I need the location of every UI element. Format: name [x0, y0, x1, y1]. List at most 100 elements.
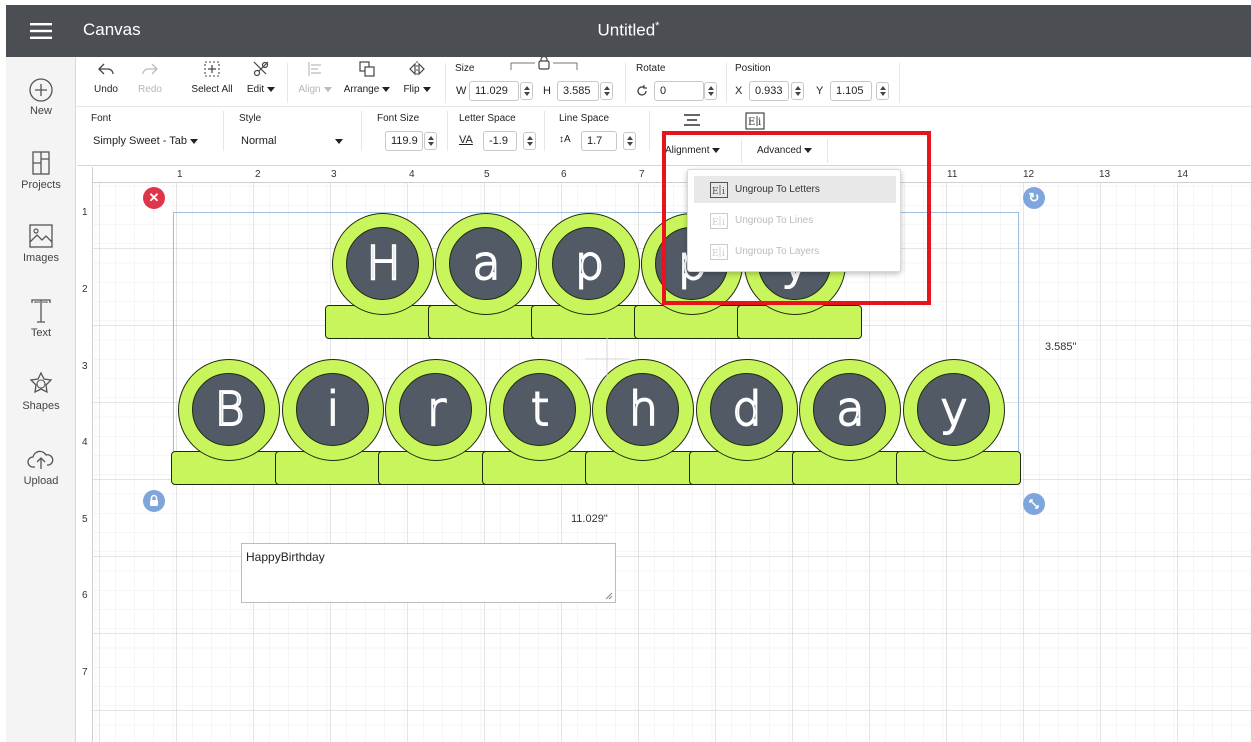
letter-tab[interactable]: r — [385, 359, 487, 461]
font-size-input[interactable]: 119.9 — [385, 131, 423, 151]
letter-tab[interactable]: i — [281, 359, 384, 461]
flip-label: Flip — [403, 84, 420, 95]
y-position-stepper[interactable] — [876, 82, 889, 100]
svg-text:E: E — [748, 117, 755, 128]
lock-icon[interactable] — [509, 57, 579, 71]
style-select[interactable]: Normal — [239, 132, 345, 152]
left-sidebar: New Projects Images Text Shapes Upload — [6, 57, 76, 742]
letter-space-input[interactable]: -1.9 — [483, 131, 517, 151]
sidebar-item-images[interactable]: Images — [6, 222, 76, 264]
letter-tab[interactable]: t — [488, 359, 591, 461]
edit-button[interactable]: Edit — [243, 60, 279, 95]
sidebar-item-new[interactable]: New — [6, 77, 76, 117]
height-input[interactable]: 3.585 — [557, 81, 599, 101]
letter-glyph: t — [530, 381, 550, 437]
arrange-icon — [359, 61, 375, 77]
rotate-icon — [637, 85, 647, 96]
sidebar-item-text[interactable]: Text — [6, 297, 76, 339]
line-space-label: Line Space — [559, 113, 610, 124]
align-icon — [308, 62, 321, 76]
ruler-left-number: 2 — [82, 284, 88, 295]
ruler-top-number: 5 — [484, 169, 490, 180]
arrange-button[interactable]: Arrange — [341, 60, 393, 95]
letter-tab[interactable]: B — [178, 359, 280, 461]
y-prefix: Y — [816, 85, 824, 97]
rotate-input[interactable]: 0 — [654, 81, 704, 101]
rotate-handle-icon[interactable]: ↻ — [1023, 187, 1045, 209]
select-all-button[interactable]: Select All — [187, 60, 237, 95]
letter-tab[interactable]: a — [799, 359, 901, 461]
divider — [649, 111, 650, 151]
align-button[interactable]: Align — [295, 60, 335, 95]
letter-tab-inner: r — [399, 373, 472, 446]
resize-handle-icon[interactable] — [1023, 493, 1045, 515]
resize-grip-icon[interactable] — [605, 592, 613, 600]
delete-handle-icon[interactable]: ✕ — [143, 187, 165, 209]
y-position-input[interactable]: 1.105 — [830, 81, 872, 101]
edit-toolbar: Undo Redo Select All Edit Align Arrange … — [77, 57, 1251, 107]
letter-glyph: y — [939, 381, 968, 437]
style-value: Normal — [241, 135, 277, 147]
flip-icon — [409, 61, 425, 77]
line-space-input[interactable]: 1.7 — [581, 131, 617, 151]
lock-handle-icon[interactable] — [143, 490, 165, 512]
arrange-label: Arrange — [343, 84, 380, 95]
text-edit-value: HappyBirthday — [246, 550, 325, 564]
x-position-input[interactable]: 0.933 — [749, 81, 789, 101]
ruler-left-number: 5 — [82, 514, 88, 525]
letter-glyph: r — [426, 381, 447, 437]
position-label: Position — [735, 63, 771, 74]
ruler-top-number: 4 — [409, 169, 415, 180]
x-position-stepper[interactable] — [791, 82, 804, 100]
letter-space-stepper[interactable] — [523, 132, 536, 150]
height-dimension-label: 3.585" — [1045, 341, 1077, 353]
ruler-top-number: 1 — [177, 169, 183, 180]
align-center-icon — [684, 114, 700, 126]
letter-space-icon: VA — [459, 134, 473, 146]
sidebar-item-shapes[interactable]: Shapes — [6, 370, 76, 412]
letter-tab[interactable]: p — [538, 213, 640, 315]
letter-tab-inner: H — [346, 227, 419, 300]
chevron-down-icon — [189, 138, 198, 144]
divider — [899, 63, 900, 103]
letter-tab-inner: d — [709, 373, 783, 446]
sidebar-item-label: New — [29, 105, 52, 117]
rotate-stepper[interactable] — [704, 82, 717, 100]
letter-tab-inner: y — [916, 373, 990, 446]
letter-tab[interactable]: d — [695, 359, 798, 461]
projects-icon — [32, 151, 50, 175]
ruler-top-number: 13 — [1099, 169, 1111, 180]
select-all-icon — [204, 61, 220, 77]
rotate-label: Rotate — [636, 63, 666, 74]
select-all-label: Select All — [191, 84, 233, 95]
letter-tab[interactable]: H — [332, 213, 434, 315]
sidebar-item-upload[interactable]: Upload — [6, 447, 76, 487]
width-stepper[interactable] — [520, 82, 533, 100]
font-size-stepper[interactable] — [424, 132, 437, 150]
divider — [625, 63, 626, 103]
letter-glyph: d — [731, 381, 762, 437]
ruler-left-number: 6 — [82, 590, 88, 601]
letter-glyph: p — [574, 235, 605, 291]
height-stepper[interactable] — [600, 82, 613, 100]
center-crosshair — [585, 337, 629, 381]
undo-button[interactable]: Undo — [91, 62, 121, 95]
text-edit-box[interactable]: HappyBirthday — [241, 543, 616, 603]
scissors-icon — [253, 61, 269, 77]
letter-tab[interactable]: a — [435, 213, 537, 315]
top-bar: Canvas Untitled* — [6, 5, 1251, 57]
letter-tab[interactable]: y — [902, 359, 1005, 461]
letter-tab-inner: t — [502, 373, 576, 446]
line-space-stepper[interactable] — [623, 132, 636, 150]
chevron-down-icon — [422, 86, 431, 92]
width-input[interactable]: 11.029 — [469, 81, 519, 101]
document-title-text: Untitled — [597, 20, 656, 40]
sidebar-item-projects[interactable]: Projects — [6, 149, 76, 191]
redo-button[interactable]: Redo — [135, 62, 165, 95]
chevron-down-icon — [382, 86, 391, 92]
font-select[interactable]: Simply Sweet - Tab — [91, 132, 205, 152]
divider — [445, 63, 446, 103]
width-dimension-label: 11.029" — [571, 513, 608, 525]
flip-button[interactable]: Flip — [399, 60, 435, 95]
letter-glyph: i — [326, 381, 341, 437]
